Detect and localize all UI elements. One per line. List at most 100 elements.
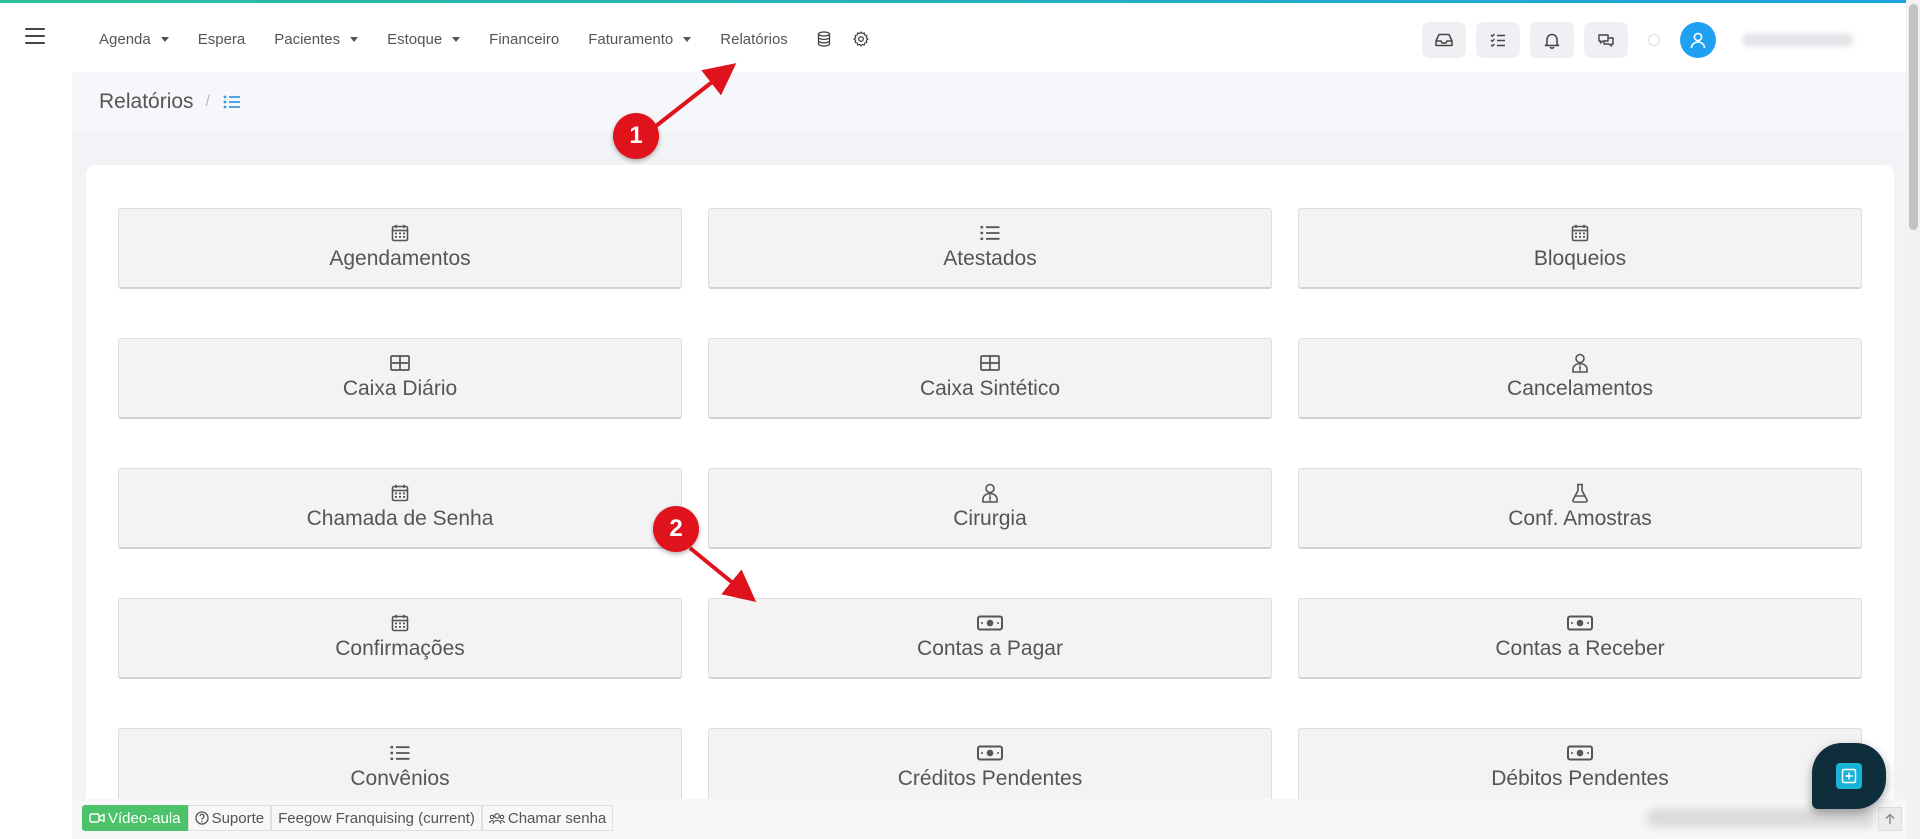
flask-icon <box>1571 483 1589 503</box>
report-card-label: Cirurgia <box>953 507 1027 530</box>
scrollbar-thumb[interactable] <box>1909 4 1918 230</box>
money-icon <box>977 613 1003 633</box>
report-card-label: Confirmações <box>335 637 465 660</box>
calendar-icon <box>391 613 409 633</box>
money-icon <box>1567 613 1593 633</box>
video-lesson-button[interactable]: Vídeo-aula <box>82 805 188 831</box>
money-icon <box>1567 743 1593 763</box>
checklist-icon[interactable] <box>1476 22 1520 58</box>
caret-down-icon <box>683 36 692 42</box>
caret-down-icon <box>160 36 169 42</box>
report-card-label: Chamada de Senha <box>306 507 494 530</box>
report-card[interactable]: Cirurgia <box>708 468 1272 549</box>
report-card[interactable]: Créditos Pendentes <box>708 728 1272 809</box>
report-card[interactable]: Confirmações <box>118 598 682 679</box>
report-card-label: Cancelamentos <box>1507 377 1653 400</box>
footer-links: Vídeo-aula Suporte Feegow Franquising (c… <box>82 805 614 831</box>
report-card-label: Créditos Pendentes <box>897 767 1083 790</box>
report-card[interactable]: Conf. Amostras <box>1298 468 1862 549</box>
bell-icon[interactable] <box>1530 22 1574 58</box>
user-name-blurred[interactable] <box>1742 33 1854 47</box>
list-icon[interactable] <box>223 95 241 109</box>
video-lesson-label: Vídeo-aula <box>108 809 181 827</box>
nav-item-pacientes[interactable]: Pacientes <box>274 30 359 48</box>
footer-blurred-info <box>1646 808 1876 828</box>
hamburger-menu-icon[interactable] <box>25 28 45 44</box>
main-navigation: Agenda Espera Pacientes Estoque Financeiro Fa… <box>99 24 891 54</box>
nav-item-estoque[interactable]: Estoque <box>387 30 461 48</box>
nav-item-label: Espera <box>197 30 246 48</box>
nav-item-faturamento[interactable]: Faturamento <box>588 30 692 48</box>
nav-item-label: Agenda <box>99 30 151 48</box>
video-icon <box>89 813 105 823</box>
nav-item-espera[interactable]: Espera <box>198 31 246 48</box>
report-card[interactable]: Contas a Receber <box>1298 598 1862 679</box>
online-status-indicator <box>1648 34 1660 46</box>
report-card-label: Agendamentos <box>329 247 471 270</box>
support-label: Suporte <box>211 809 265 827</box>
call-ticket-button[interactable]: Chamar senha <box>481 805 614 831</box>
franchise-selector[interactable]: Feegow Franquising (current) <box>271 805 482 831</box>
list-icon <box>390 743 410 763</box>
nav-item-label: Financeiro <box>489 30 560 48</box>
nav-item-label: Estoque <box>387 30 443 48</box>
user-md-icon <box>981 483 999 503</box>
topbar-actions <box>1422 22 1854 58</box>
report-card-label: Contas a Pagar <box>917 637 1063 660</box>
arrow-up-icon <box>1885 813 1895 824</box>
caret-down-icon <box>350 36 359 42</box>
widget-icon <box>1836 763 1862 789</box>
breadcrumb-separator: / <box>205 93 210 110</box>
breadcrumb: Relatórios / <box>72 72 1906 132</box>
report-card[interactable]: Caixa Sintético <box>708 338 1272 419</box>
nav-item-financeiro[interactable]: Financeiro <box>489 31 559 48</box>
report-card[interactable]: Bloqueios <box>1298 208 1862 289</box>
report-card[interactable]: Convênios <box>118 728 682 809</box>
money-icon <box>977 743 1003 763</box>
scroll-to-top-button[interactable] <box>1878 807 1902 831</box>
report-card[interactable]: Débitos Pendentes <box>1298 728 1862 809</box>
database-icon[interactable] <box>817 31 831 47</box>
user-md-icon <box>1571 353 1589 373</box>
help-widget-button[interactable] <box>1812 743 1886 809</box>
question-icon <box>194 811 209 825</box>
annotation-badge-2: 2 <box>653 506 699 552</box>
report-card[interactable]: Atestados <box>708 208 1272 289</box>
report-card-label: Conf. Amostras <box>1508 507 1652 530</box>
call-ticket-label: Chamar senha <box>507 809 607 827</box>
report-card-label: Convênios <box>350 767 450 790</box>
report-card-label: Atestados <box>943 247 1037 270</box>
gear-icon[interactable] <box>853 31 869 47</box>
report-card[interactable]: Caixa Diário <box>118 338 682 419</box>
chat-icon[interactable] <box>1584 22 1628 58</box>
page-title: Relatórios <box>99 90 194 113</box>
annotation-badge-1: 1 <box>613 113 659 159</box>
nav-item-label: Pacientes <box>274 30 341 48</box>
report-card-label: Débitos Pendentes <box>1491 767 1669 790</box>
inbox-icon[interactable] <box>1422 22 1466 58</box>
top-accent-line <box>0 0 1920 3</box>
sidebar-collapsed <box>0 72 72 839</box>
report-card-label: Bloqueios <box>1533 247 1627 270</box>
user-icon <box>1690 32 1706 49</box>
users-icon <box>488 812 505 824</box>
table-icon <box>390 353 410 373</box>
report-card[interactable]: Chamada de Senha <box>118 468 682 549</box>
calendar-icon <box>1571 223 1589 243</box>
user-avatar[interactable] <box>1680 22 1716 58</box>
report-card-label: Caixa Sintético <box>919 377 1061 400</box>
report-card[interactable]: Contas a Pagar <box>708 598 1272 679</box>
nav-item-relatorios[interactable]: Relatórios <box>720 31 788 48</box>
support-button[interactable]: Suporte <box>187 805 272 831</box>
list-icon <box>980 223 1000 243</box>
report-card-label: Contas a Receber <box>1495 637 1665 660</box>
page-scrollbar[interactable] <box>1906 0 1920 839</box>
report-card[interactable]: Cancelamentos <box>1298 338 1862 419</box>
report-card[interactable]: Agendamentos <box>118 208 682 289</box>
reports-grid: Agendamentos Atestados Bloqueios Caixa Diár… <box>118 208 1863 809</box>
calendar-icon <box>391 483 409 503</box>
nav-item-agenda[interactable]: Agenda <box>99 31 169 48</box>
table-icon <box>980 353 1000 373</box>
report-card-label: Caixa Diário <box>342 377 458 400</box>
nav-item-label: Faturamento <box>588 30 674 48</box>
